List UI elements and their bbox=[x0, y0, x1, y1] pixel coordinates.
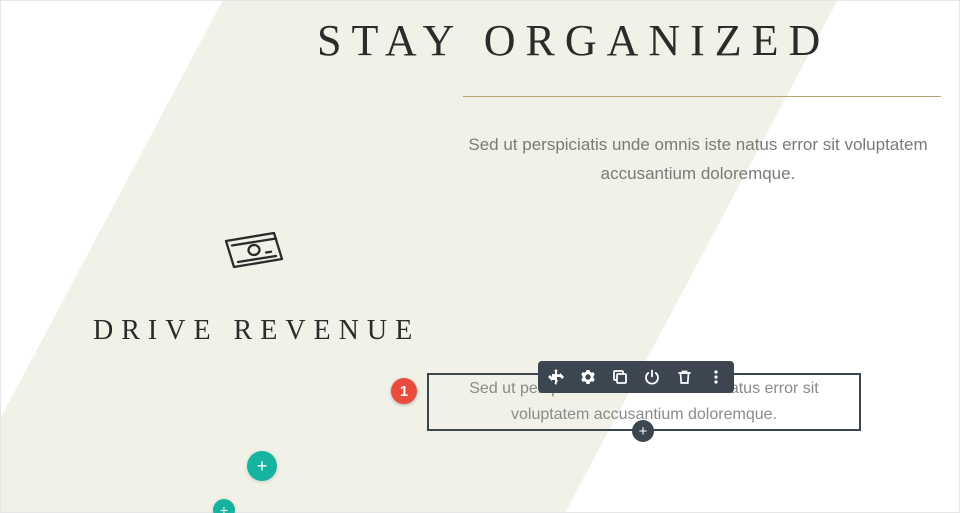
module-toolbar bbox=[538, 361, 734, 393]
more-icon[interactable] bbox=[706, 367, 726, 387]
move-icon[interactable] bbox=[546, 367, 566, 387]
gear-icon[interactable] bbox=[578, 367, 598, 387]
background-stripe bbox=[1, 1, 959, 512]
power-icon[interactable] bbox=[642, 367, 662, 387]
annotation-marker-1: 1 bbox=[391, 378, 417, 404]
add-module-button[interactable]: + bbox=[247, 451, 277, 481]
hero-body: Sed ut perspiciatis unde omnis iste natu… bbox=[453, 131, 943, 189]
hero-title: STAY ORGANIZED bbox=[317, 15, 830, 66]
money-icon bbox=[224, 231, 286, 274]
add-module-below-button[interactable]: + bbox=[632, 420, 654, 442]
section2-title: DRIVE REVENUE bbox=[93, 315, 420, 347]
duplicate-icon[interactable] bbox=[610, 367, 630, 387]
trash-icon[interactable] bbox=[674, 367, 694, 387]
hero-divider bbox=[463, 96, 941, 97]
